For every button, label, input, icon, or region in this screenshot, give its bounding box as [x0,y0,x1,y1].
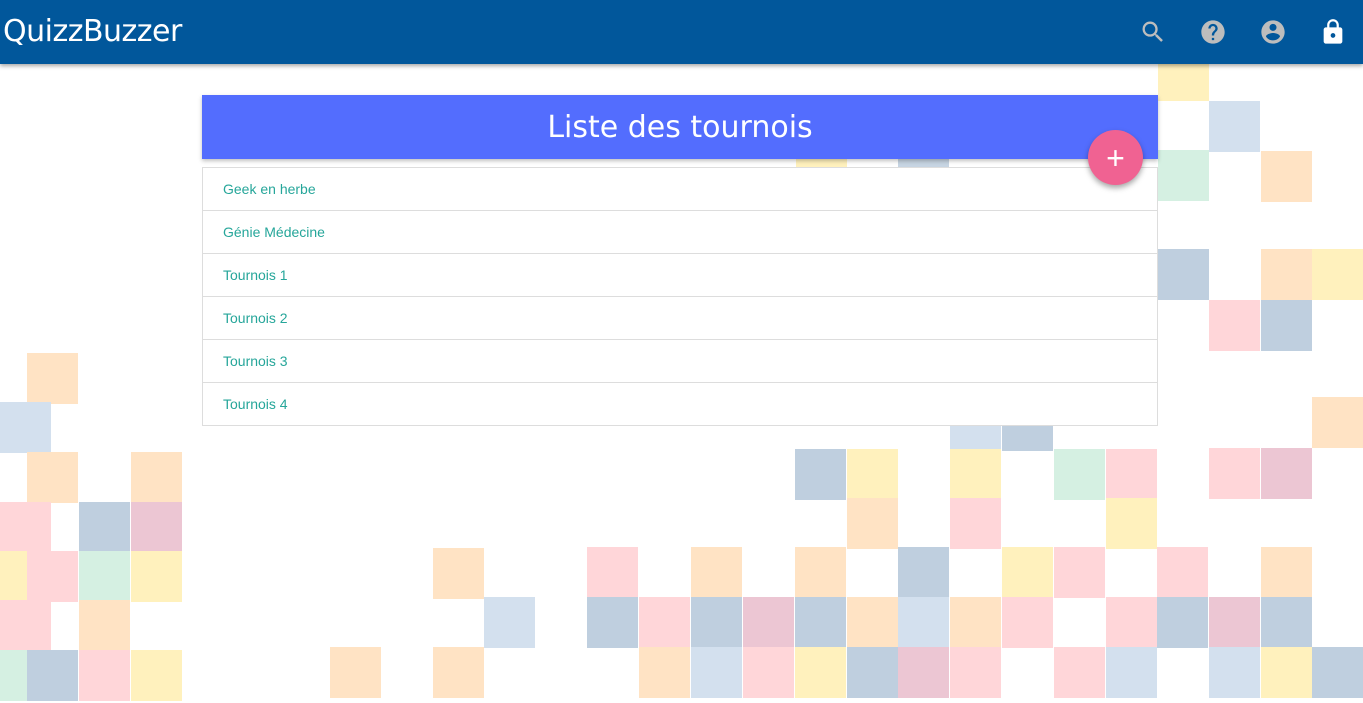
bg-tile [691,647,742,698]
list-item[interactable]: Tournois 1 [203,254,1157,297]
bg-tile [1209,597,1260,648]
bg-tile [1209,300,1260,351]
list-item[interactable]: Tournois 3 [203,340,1157,383]
bg-tile [795,547,846,598]
bg-tile [1261,547,1312,598]
list-item[interactable]: Génie Médecine [203,211,1157,254]
bg-tile [1106,449,1157,500]
bg-tile [433,548,484,599]
bg-tile [27,650,78,701]
bg-tile [1158,249,1209,300]
bg-tile [639,647,690,698]
bg-tile [587,597,638,648]
list-item[interactable]: Tournois 4 [203,383,1157,426]
bg-tile [795,449,846,500]
bg-tile [27,452,78,503]
bg-tile [79,600,130,651]
bg-tile [847,449,898,500]
bg-tile [950,647,1001,698]
bg-tile [743,597,794,648]
bg-tile [131,551,182,602]
bg-tile [795,647,846,698]
bg-tile [691,547,742,598]
bg-tile [1312,249,1363,300]
bg-tile [847,597,898,648]
tournament-list: Geek en herbe Génie Médecine Tournois 1 … [202,167,1158,426]
bg-tile [691,597,742,648]
bg-tile [1261,448,1312,499]
bg-tile [131,650,182,701]
bg-tile [639,597,690,648]
bg-tile [1261,597,1312,648]
bg-tile [1209,647,1260,698]
lock-icon[interactable] [1317,16,1349,48]
bg-tile [1157,597,1208,648]
bg-tile [1261,249,1312,300]
add-tournament-button[interactable]: + [1088,130,1143,185]
bg-tile [1106,647,1157,698]
bg-tile [0,600,51,651]
bg-tile [1261,647,1312,698]
bg-tile [0,502,51,553]
bg-tile [898,597,949,648]
bg-tile [847,498,898,549]
account-icon[interactable] [1257,16,1289,48]
bg-tile [1002,547,1053,598]
bg-tile [898,647,949,698]
bg-tile [330,647,381,698]
bg-tile [1312,397,1363,448]
bg-tile [484,597,535,648]
bg-tile [1261,151,1312,202]
bg-tile [950,498,1001,549]
bg-tile [1157,547,1208,598]
help-icon[interactable] [1197,16,1229,48]
bg-tile [1209,448,1260,499]
bg-tile [0,402,51,453]
bg-tile [79,551,130,602]
page-title: Liste des tournois [547,109,813,145]
bg-tile [1054,647,1105,698]
bg-tile [1106,597,1157,648]
bg-tile [131,502,182,553]
bg-tile [27,353,78,404]
card-header: Liste des tournois [202,95,1158,159]
list-item[interactable]: Geek en herbe [203,168,1157,211]
tournament-list-card: Liste des tournois + Geek en herbe Génie… [202,95,1158,426]
bg-tile [1054,449,1105,500]
list-item[interactable]: Tournois 2 [203,297,1157,340]
bg-tile [79,650,130,701]
bg-tile [1209,101,1260,152]
top-app-bar: QuizzBuzzer [0,0,1363,64]
app-title[interactable]: QuizzBuzzer [3,14,182,50]
bg-tile [1002,597,1053,648]
bg-tile [950,449,1001,500]
bg-tile [587,547,638,598]
bg-tile [79,502,130,553]
bg-tile [1106,498,1157,549]
bg-tile [1261,300,1312,351]
bg-tile [743,647,794,698]
bg-tile [433,647,484,698]
search-icon[interactable] [1137,16,1169,48]
bg-tile [847,647,898,698]
bg-tile [898,547,949,598]
bg-tile [1158,150,1209,201]
bg-tile [1312,647,1363,698]
bg-tile [950,597,1001,648]
bg-tile [1054,547,1105,598]
bg-tile [27,551,78,602]
bg-tile [795,597,846,648]
bg-tile [131,452,182,503]
